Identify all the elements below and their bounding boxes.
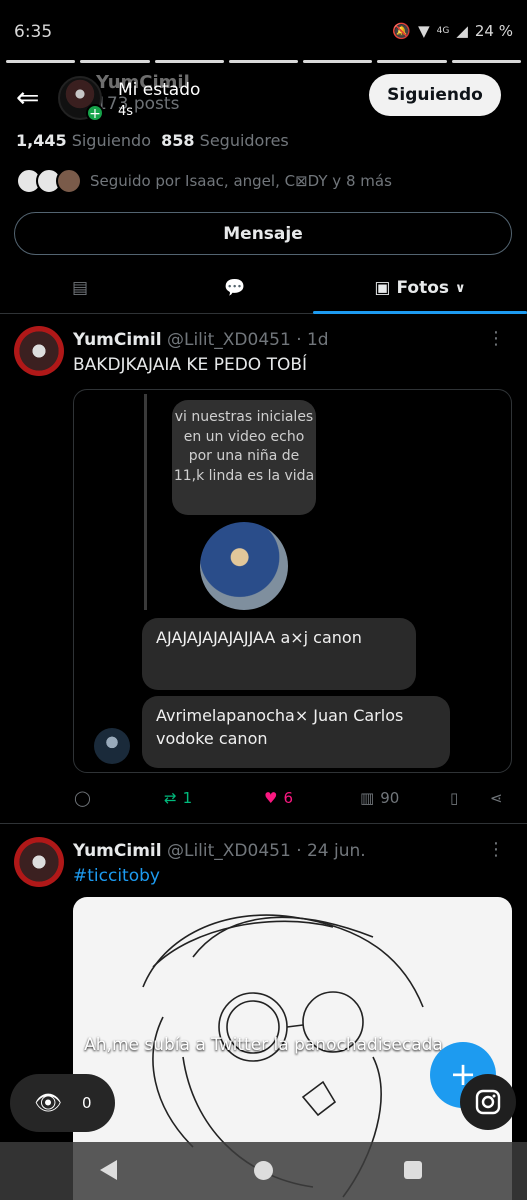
tab-photos-label: Fotos xyxy=(396,278,450,298)
instagram-share-button[interactable] xyxy=(460,1074,516,1130)
following-button[interactable]: Siguiendo xyxy=(369,74,501,116)
quoted-message: vi nuestras iniciales en un video echo p… xyxy=(172,400,316,515)
mute-icon: 🔕 xyxy=(392,22,412,40)
tab-replies[interactable]: 💬 xyxy=(185,262,285,314)
share-icon: ⋖ xyxy=(490,789,503,807)
chevron-down-icon: ∨ xyxy=(455,280,466,296)
profile-tabs: ▤ 💬 ▣ Fotos ∨ xyxy=(0,262,527,314)
like-button[interactable]: ♥ 6 xyxy=(264,789,293,807)
retweet-count: 1 xyxy=(182,789,193,807)
more-icon[interactable]: ⋮ xyxy=(487,839,505,860)
following-count: 1,445 xyxy=(16,131,67,150)
tweet-header: YumCimil @Lilit_XD0451 · 1d xyxy=(73,330,329,350)
chat-message: AJAJAJAJAJAJJAA a×j canon xyxy=(142,618,416,690)
message-button[interactable]: Mensaje xyxy=(14,212,512,255)
wifi-icon: ▼ xyxy=(418,22,430,40)
following-label: Siguiendo xyxy=(71,131,151,150)
tweet-author-name[interactable]: YumCimil xyxy=(73,841,162,861)
bookmark-icon: ▯ xyxy=(450,789,459,807)
views-button[interactable]: ▥ 90 xyxy=(360,789,399,807)
heart-icon: ♥ xyxy=(264,789,278,807)
retweet-button[interactable]: ⇄ 1 xyxy=(164,789,192,807)
reply-icon: ◯ xyxy=(74,789,91,807)
tweet-handle: @Lilit_XD0451 xyxy=(166,330,291,350)
signal-icon: ◢ xyxy=(456,22,468,40)
nav-recents-icon[interactable] xyxy=(404,1161,422,1179)
follower-avatars xyxy=(16,168,82,194)
status-time: 6:35 xyxy=(14,22,53,42)
nav-home-icon[interactable] xyxy=(254,1161,273,1180)
chat-message: Avrimelapanocha× Juan Carlos vodoke cano… xyxy=(142,696,450,768)
photos-icon: ▣ xyxy=(374,278,391,298)
status-icons: 🔕 ▼ 4G ◢ 24 % xyxy=(392,22,513,40)
tweet-text: BAKDJKAJAIA KE PEDO TOBÍ xyxy=(73,355,308,375)
story-progress xyxy=(6,60,521,63)
avatar[interactable] xyxy=(14,837,64,887)
story-title: Mi estado xyxy=(118,80,201,100)
instagram-icon xyxy=(475,1089,501,1115)
tweet[interactable]: YumCimil @Lilit_XD0451 · 1d ⋮ BAKDJKAJAI… xyxy=(0,314,527,824)
tab-photos[interactable]: ▣ Fotos ∨ xyxy=(313,262,527,314)
status-bar: 6:35 🔕 ▼ 4G ◢ 24 % xyxy=(0,0,527,63)
eye-icon: 👁 xyxy=(34,1090,62,1116)
story-views[interactable]: 👁 0 xyxy=(10,1074,115,1132)
tweet-author-name[interactable]: YumCimil xyxy=(73,330,162,350)
tweet-time: · 1d xyxy=(296,330,329,350)
retweet-icon: ⇄ xyxy=(164,789,177,807)
followed-by-text: Seguido por Isaac, angel, C⊠DY y 8 más xyxy=(90,172,392,190)
avatar[interactable] xyxy=(14,326,64,376)
plus-icon[interactable]: + xyxy=(86,104,104,122)
tweet-handle: @Lilit_XD0451 xyxy=(166,841,291,861)
bookmark-button[interactable]: ▯ xyxy=(450,789,458,807)
network-label: 4G xyxy=(436,26,450,36)
followers-count: 858 xyxy=(161,131,195,150)
follow-counts[interactable]: 1,445 Siguiendo 858 Seguidores xyxy=(16,131,289,150)
reply-button[interactable]: ◯ xyxy=(74,789,91,807)
reply-line xyxy=(144,394,147,610)
tweet-media[interactable]: vi nuestras iniciales en un video echo p… xyxy=(73,389,512,773)
story-view-count: 0 xyxy=(81,1094,92,1112)
more-icon[interactable]: ⋮ xyxy=(487,328,505,349)
posts-icon: ▤ xyxy=(71,278,89,298)
back-arrow-icon[interactable]: ⇐ xyxy=(16,84,39,112)
story-age: 4s xyxy=(118,104,134,119)
video-thumbnail xyxy=(200,522,288,610)
tweet-time: · 24 jun. xyxy=(296,841,366,861)
system-nav-bar xyxy=(0,1142,527,1200)
view-count: 90 xyxy=(380,789,400,807)
share-button[interactable]: ⋖ xyxy=(490,789,503,807)
like-count: 6 xyxy=(283,789,293,807)
hashtag-link[interactable]: #ticcitoby xyxy=(73,866,160,886)
story-header: ⇐ YumCimil 173 posts + Mi estado 4s Sigu… xyxy=(0,70,527,130)
tweet-actions: ◯ ⇄ 1 ♥ 6 ▥ 90 ▯ ⋖ xyxy=(0,789,527,817)
avatar xyxy=(94,728,130,764)
bar-chart-icon: ▥ xyxy=(360,789,375,807)
followed-by[interactable]: Seguido por Isaac, angel, C⊠DY y 8 más xyxy=(16,168,392,194)
tab-posts[interactable]: ▤ xyxy=(30,262,130,314)
reply-icon: 💬 xyxy=(224,278,246,298)
battery-label: 24 % xyxy=(474,22,513,40)
tweet-header: YumCimil @Lilit_XD0451 · 24 jun. xyxy=(73,841,366,861)
nav-back-icon[interactable] xyxy=(100,1160,117,1180)
followers-label: Seguidores xyxy=(199,131,289,150)
